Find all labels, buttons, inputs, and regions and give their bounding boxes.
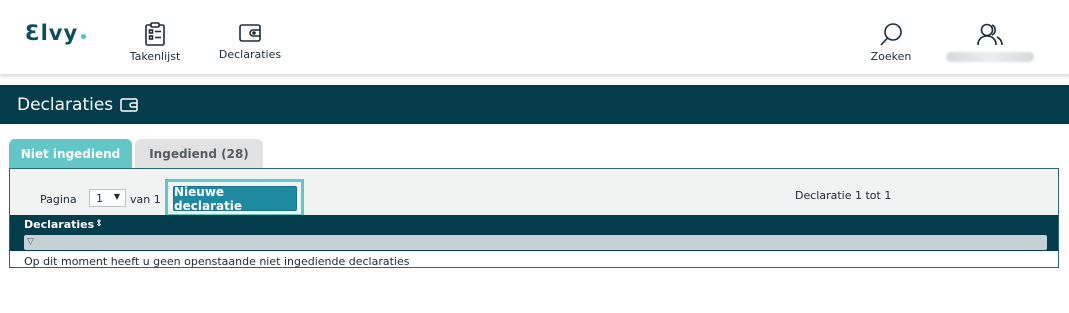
pagina-label: Pagina xyxy=(40,193,77,206)
top-navigation: Ɛlvy Takenlijst Declaraties Zoeken xyxy=(0,0,1069,75)
pagination-toolbar: Pagina 1 ▼ van 1 Nieuwe declaratie Decla… xyxy=(10,169,1058,217)
nav-user-account[interactable] xyxy=(945,22,1035,62)
tab-niet-ingediend[interactable]: Niet ingediend xyxy=(9,139,132,169)
nav-takenlijst[interactable]: Takenlijst xyxy=(127,22,183,63)
column-header-declaraties[interactable]: Declaraties ⇕ xyxy=(24,218,103,231)
nav-takenlijst-label: Takenlijst xyxy=(129,50,181,63)
record-range-label: Declaratie 1 tot 1 xyxy=(795,189,892,202)
page-select[interactable]: 1 ▼ xyxy=(89,189,126,207)
column-header-label: Declaraties xyxy=(24,218,95,231)
tab-ingediend[interactable]: Ingediend (28) xyxy=(135,139,263,169)
empty-table-message: Op dit moment heeft u geen openstaande n… xyxy=(24,255,410,268)
sort-icon: ⇕ xyxy=(95,219,103,229)
nav-zoeken[interactable]: Zoeken xyxy=(868,22,914,63)
new-declaration-button[interactable]: Nieuwe declaratie xyxy=(173,185,297,213)
users-icon xyxy=(976,22,1004,46)
filter-icon[interactable]: ▽ xyxy=(27,237,34,247)
page-count-label: van 1 xyxy=(130,193,161,206)
wallet-icon xyxy=(120,97,138,112)
search-icon xyxy=(878,22,904,46)
nav-zoeken-label: Zoeken xyxy=(870,50,912,63)
filter-row[interactable]: ▽ xyxy=(24,235,1047,250)
declaraties-panel: Pagina 1 ▼ van 1 Nieuwe declaratie Decla… xyxy=(9,168,1059,268)
chevron-down-icon: ▼ xyxy=(113,192,120,201)
nav-declaraties[interactable]: Declaraties xyxy=(217,22,283,61)
page-select-value: 1 xyxy=(96,191,103,205)
logo-dot xyxy=(81,34,87,39)
app-logo[interactable]: Ɛlvy xyxy=(25,21,87,45)
page-title: Declaraties xyxy=(17,94,114,115)
wallet-icon xyxy=(238,22,262,44)
user-name-blurred xyxy=(946,52,1034,62)
table-header: Declaraties ⇕ ▽ xyxy=(10,215,1058,251)
page-title-bar: Declaraties xyxy=(0,85,1069,124)
nav-declaraties-label: Declaraties xyxy=(218,48,282,61)
clipboard-list-icon xyxy=(144,22,166,46)
